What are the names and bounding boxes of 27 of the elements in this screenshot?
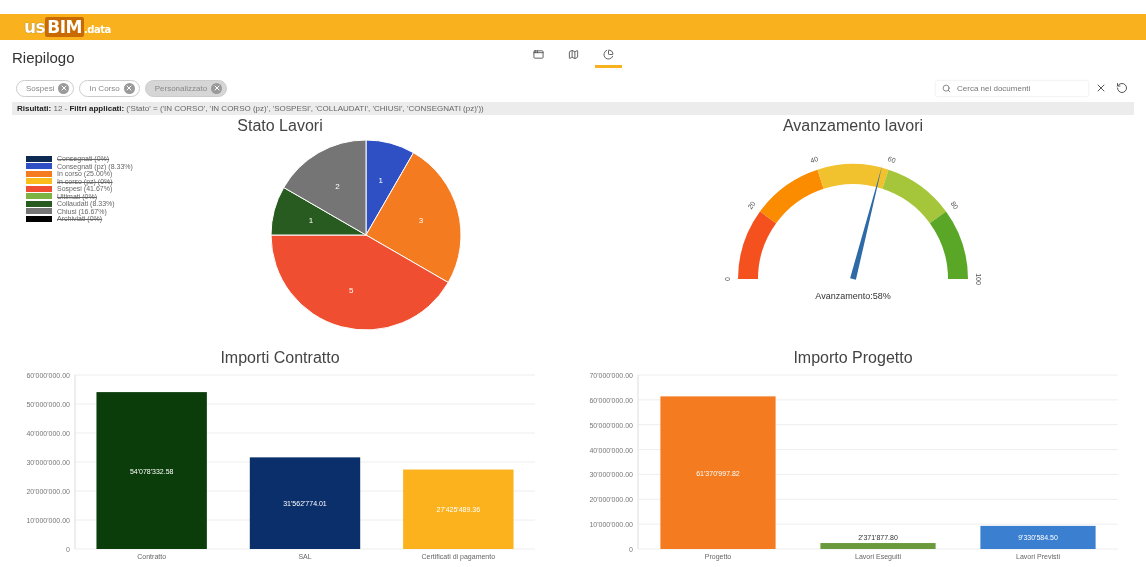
search-icon: [942, 83, 951, 93]
slice-label: 3: [418, 216, 424, 226]
close-icon: [1095, 82, 1107, 94]
filter-chip[interactable]: Sospesi: [16, 79, 75, 97]
results-summary: Risultati: 12 - Filtri applicati: ('Stato' = ('IN CORSO', 'IN CORSO (pz)', 'SOSPESI', 'COLLAUDATI', 'CHIUSI', 'CONSEGNATI (pz)')): [12, 102, 1134, 115]
reset-button[interactable]: [1114, 80, 1130, 96]
remove-icon[interactable]: [211, 82, 223, 94]
window-icon: [532, 49, 544, 60]
slice-label: 1: [378, 175, 383, 185]
page-title: Riepilogo: [12, 48, 76, 66]
slice-label: 2: [335, 181, 340, 191]
search-field[interactable]: Cerca nei documenti: [936, 80, 1088, 96]
chart-title: Stato Lavori: [237, 117, 323, 135]
view-tab[interactable]: [594, 46, 622, 68]
slice-label: 1: [308, 216, 314, 226]
chart-title: Importo Progetto: [793, 349, 913, 367]
map-icon: [567, 49, 579, 60]
undo-icon: [1116, 82, 1128, 94]
chart-title: Avanzamento lavori: [782, 117, 924, 135]
slice-label: 5: [349, 286, 354, 296]
chart-title: Importi Contratto: [220, 349, 340, 367]
gauge-label: Avanzamento:58%: [815, 291, 891, 301]
logo: usBIM.data: [24, 17, 111, 37]
remove-icon[interactable]: [123, 82, 135, 94]
filter-chip[interactable]: In Corso: [79, 79, 140, 97]
remove-icon[interactable]: [58, 82, 70, 94]
pie-chart-icon: [602, 49, 614, 60]
